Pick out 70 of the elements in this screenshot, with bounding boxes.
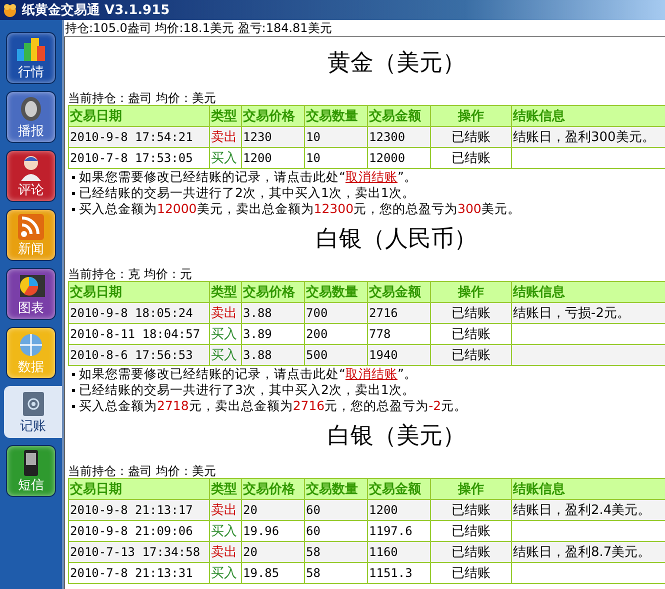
column-header: 交易日期 <box>68 478 210 500</box>
bar-chart-icon <box>16 37 46 63</box>
column-header: 类型 <box>210 282 242 302</box>
table-cell: 58 <box>304 562 368 584</box>
column-header: 交易数量 <box>304 478 368 500</box>
column-header: 操作 <box>430 106 512 126</box>
column-header: 交易金额 <box>368 478 430 500</box>
column-header: 类型 <box>210 106 242 126</box>
column-header: 结账信息 <box>512 478 665 500</box>
table-cell: 已结账 <box>430 562 512 584</box>
cancel-settlement-link[interactable]: 取消结账 <box>345 366 398 381</box>
table-cell: 3.88 <box>242 344 304 366</box>
table-cell: 买入 <box>210 148 242 168</box>
note-text: 已经结账的交易一共进行了3次，其中买入2次，卖出1次。 <box>79 382 415 398</box>
note-text: 买入总金额为12000美元，卖出总金额为12300元，您的总盈亏为300美元。 <box>79 201 520 217</box>
sidebar-button[interactable]: 图表 <box>6 268 56 320</box>
cancel-settlement-link[interactable]: 取消结账 <box>345 169 398 184</box>
table-cell: 已结账 <box>430 344 512 366</box>
note-text: 如果您需要修改已经结账的记录，请点击此处“取消结账”。 <box>79 169 417 185</box>
rss-icon <box>16 214 46 240</box>
table-cell: 1151.3 <box>368 562 430 584</box>
sidebar-button[interactable]: 评论 <box>6 150 56 202</box>
table-cell: 19.85 <box>242 562 304 584</box>
bullet-icon <box>72 404 75 408</box>
column-header: 交易数量 <box>304 282 368 302</box>
column-header: 结账信息 <box>512 106 665 126</box>
column-header: 结账信息 <box>512 282 665 302</box>
bullet-icon <box>72 192 75 194</box>
bullet-icon <box>72 388 75 392</box>
note-text: 已经结账的交易一共进行了2次，其中买入1次，卖出1次。 <box>79 185 415 201</box>
table-cell: 500 <box>304 344 368 366</box>
position-summary: 持仓:105.0盎司 均价:18.1美元 盈亏:184.81美元 <box>64 20 665 37</box>
column-header: 交易价格 <box>242 478 304 500</box>
position-line: 当前持仓：克 均价：元 <box>68 267 193 281</box>
table-cell: 12000 <box>368 148 430 168</box>
window-title: 纸黄金交易通 V3.1.915 <box>22 2 170 19</box>
column-header: 交易价格 <box>242 106 304 126</box>
column-header: 交易数量 <box>304 106 368 126</box>
table-cell: 1940 <box>368 344 430 366</box>
app-icon <box>2 2 18 18</box>
table-cell: 1200 <box>242 148 304 168</box>
bullet-icon <box>72 176 75 178</box>
column-header: 交易日期 <box>68 282 210 302</box>
section-title: 白银（人民币） <box>315 225 478 254</box>
sidebar-button[interactable]: 短信 <box>6 445 56 497</box>
table-cell: 10 <box>304 148 368 168</box>
table-cell: 2010-7-8 21:13:31 <box>68 562 210 584</box>
bullet-icon <box>72 208 75 210</box>
column-header: 交易金额 <box>368 282 430 302</box>
section-title: 黄金（美元） <box>326 49 466 78</box>
table-cell: 2010-7-8 17:53:05 <box>68 148 210 168</box>
table-cell: 买入 <box>210 562 242 584</box>
column-header: 交易金额 <box>368 106 430 126</box>
note-text: 买入总金额为2718元，卖出总金额为2716元，您的总盈亏为-2元。 <box>79 398 468 414</box>
section-title: 白银（美元） <box>326 422 466 451</box>
sidebar-button[interactable]: 播报 <box>6 91 56 143</box>
position-line: 当前持仓：盎司 均价：美元 <box>68 91 217 105</box>
sidebar-button[interactable]: 行情 <box>6 32 56 84</box>
table-cell: 买入 <box>210 344 242 366</box>
sidebar-button[interactable]: 记账 <box>4 386 62 438</box>
table-cell: 2010-8-6 17:56:53 <box>68 344 210 366</box>
position-line: 当前持仓：盎司 均价：美元 <box>68 464 217 478</box>
column-header: 类型 <box>210 478 242 500</box>
table-cell: 已结账 <box>430 148 512 168</box>
column-header: 操作 <box>430 282 512 302</box>
column-header: 操作 <box>430 478 512 500</box>
column-header: 交易价格 <box>242 282 304 302</box>
column-header: 交易日期 <box>68 106 210 126</box>
note-text: 如果您需要修改已经结账的记录，请点击此处“取消结账”。 <box>79 366 417 382</box>
bullet-icon <box>72 372 75 376</box>
